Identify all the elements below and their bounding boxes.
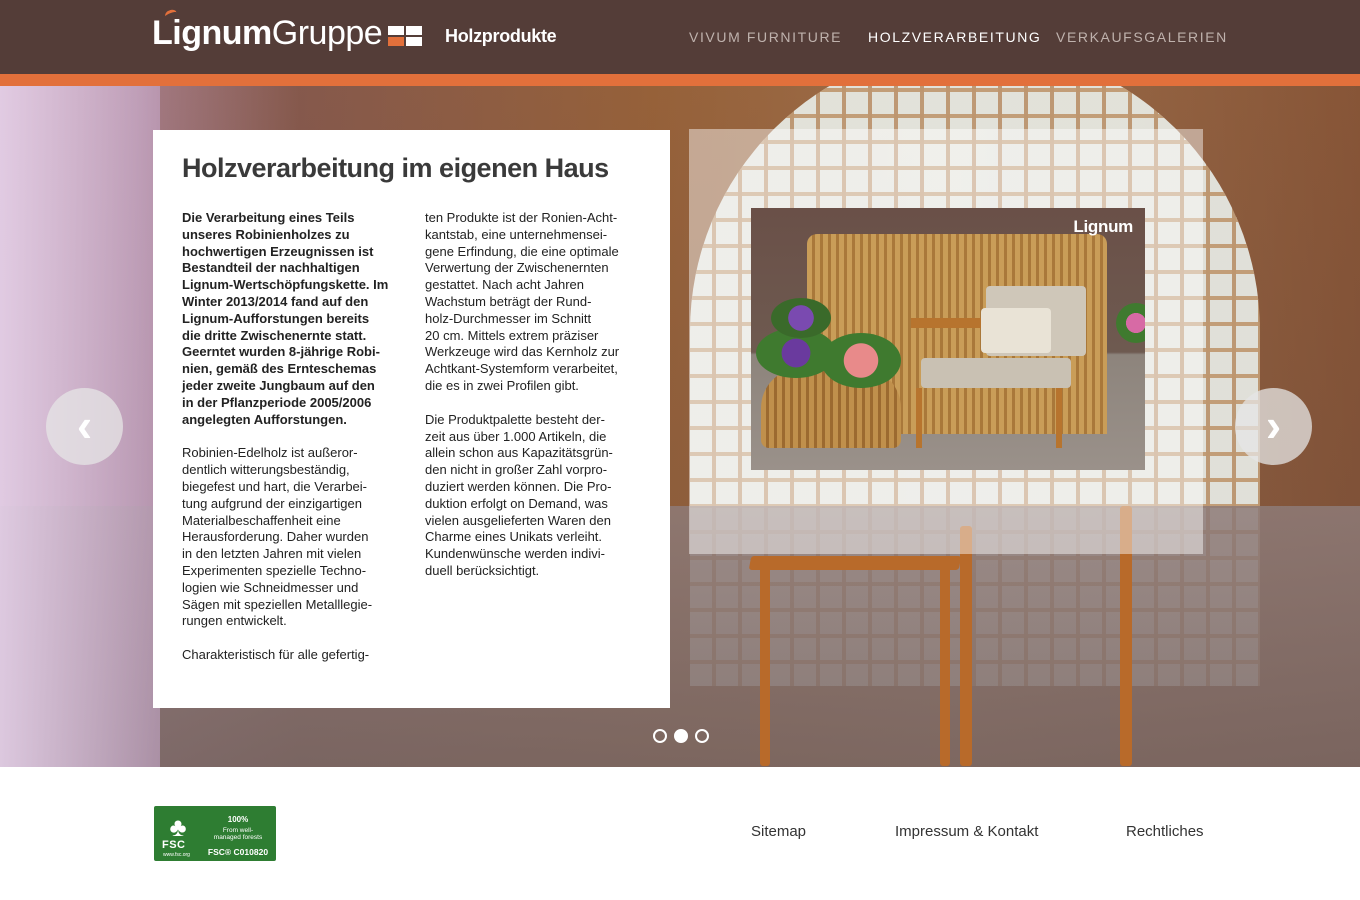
fsc-description: From well-managed forests bbox=[204, 827, 272, 841]
site-footer: ♣ FSC www.fsc.org 100% From well-managed… bbox=[0, 767, 1360, 900]
text-line: Lignum-Wertschöpfungskette. Im bbox=[182, 277, 389, 293]
text-line: Die Produktpalette besteht der- bbox=[425, 411, 605, 427]
nav-item-vivum-furniture[interactable]: VIVUM FURNITURE bbox=[689, 29, 842, 45]
text-line: Lignum-Aufforstungen bereits bbox=[182, 310, 370, 326]
text-line: Bestandteil der nachhaltigen bbox=[182, 260, 360, 276]
background-chair-leg bbox=[940, 566, 950, 766]
text-line: logien wie Schneidmesser und bbox=[182, 579, 359, 595]
text-line: die es in zwei Profilen gibt. bbox=[425, 377, 579, 393]
intro-paragraph: Die Verarbeitung eines Teils unseres Robi… bbox=[182, 210, 392, 428]
text-line: ten Produkte ist der Ronien-Acht- bbox=[425, 210, 618, 225]
fsc-percentage: 100% bbox=[227, 815, 249, 824]
text-line: Werkzeuge wird das Kernholz zur bbox=[425, 344, 620, 360]
paragraph: Charakteristisch für alle gefertig- bbox=[182, 647, 392, 664]
text-line: Materialbeschaffenheit eine bbox=[182, 512, 341, 528]
footer-link-rechtliches[interactable]: Rechtliches bbox=[1126, 823, 1204, 840]
site-header: LignumGruppe Holzprodukte VIVUM FURNITUR… bbox=[0, 0, 1360, 74]
logo-light-text: Gruppe bbox=[271, 14, 383, 52]
fsc-website: www.fsc.org bbox=[163, 852, 190, 858]
slide-title: Holzverarbeitung im eigenen Haus bbox=[182, 153, 609, 183]
text-line: tung aufgrund der einzigartigen bbox=[182, 495, 362, 511]
fsc-code: FSC® C010820 bbox=[207, 847, 269, 857]
photo-chair-cushion bbox=[921, 358, 1071, 388]
brand-grid-icon bbox=[388, 26, 422, 46]
text-line: unseres Robinienholzes zu bbox=[182, 226, 350, 242]
photo-flowers bbox=[1116, 303, 1145, 343]
text-line: Geerntet wurden 8-jährige Robi- bbox=[182, 344, 380, 360]
fsc-certification-badge: ♣ FSC www.fsc.org 100% From well-managed… bbox=[154, 806, 276, 861]
text-line: duktion erfolgt on Demand, was bbox=[425, 495, 608, 511]
slider-dot-1[interactable] bbox=[653, 729, 667, 743]
text-line: gestattet. Nach acht Jahren bbox=[425, 277, 584, 293]
chevron-right-icon: › bbox=[1265, 399, 1282, 451]
text-line: den nicht in großer Zahl vorpro- bbox=[425, 462, 608, 478]
text-line: dentlich witterungsbeständig, bbox=[182, 462, 350, 478]
slider-prev-button[interactable]: ‹ bbox=[46, 388, 123, 465]
text-line: Wachstum beträgt der Rund- bbox=[425, 293, 592, 309]
photo-chair-pillow bbox=[981, 308, 1051, 353]
text-column-left: Die Verarbeitung eines Teils unseres Robi… bbox=[182, 210, 392, 664]
text-line: duell berücksichtigt. bbox=[425, 562, 540, 578]
text-column-right: ten Produkte ist der Ronien-Acht-kantsta… bbox=[425, 210, 635, 580]
text-line: Verwertung der Zwischenernten bbox=[425, 260, 609, 276]
photo-chair-leg bbox=[1056, 388, 1062, 448]
slider-next-button[interactable]: › bbox=[1235, 388, 1312, 465]
paragraph: ten Produkte ist der Ronien-Acht-kantsta… bbox=[425, 210, 635, 395]
text-line: Achtkant-Systemform verarbeitet, bbox=[425, 361, 618, 377]
nav-item-verkaufsgalerien[interactable]: VERKAUFSGALERIEN bbox=[1056, 29, 1228, 45]
photo-flowers bbox=[821, 333, 901, 388]
text-line: angelegten Aufforstungen. bbox=[182, 411, 347, 427]
nav-item-holzverarbeitung[interactable]: HOLZVERARBEITUNG bbox=[868, 29, 1041, 45]
photo-flowers bbox=[771, 298, 831, 338]
text-line: 20 cm. Mittels extrem präziser bbox=[425, 327, 599, 343]
text-line: rungen entwickelt. bbox=[182, 613, 287, 629]
background-chair-back bbox=[960, 526, 972, 766]
content-card: Holzverarbeitung im eigenen Haus Die Ver… bbox=[153, 130, 670, 708]
slider-dot-2[interactable] bbox=[674, 729, 688, 743]
header-accent-stripe bbox=[0, 74, 1360, 86]
photo-chair-leg bbox=[916, 388, 922, 448]
text-line: vielen ausgelieferten Waren den bbox=[425, 512, 611, 528]
text-line: Sägen mit speziellen Metalllegie- bbox=[182, 596, 373, 612]
footer-link-impressum-kontakt[interactable]: Impressum & Kontakt bbox=[895, 823, 1038, 840]
text-line: biegefest und hart, die Verarbei- bbox=[182, 478, 368, 494]
paragraph: Robinien-Edelholz ist außeror-dentlich w… bbox=[182, 445, 392, 630]
paragraph: Die Produktpalette besteht der-zeit aus … bbox=[425, 412, 635, 580]
text-line: Charakteristisch für alle gefertig- bbox=[182, 647, 370, 663]
text-line: in den letzten Jahren mit vielen bbox=[182, 546, 362, 562]
text-line: in der Pflanzperiode 2005/2006 bbox=[182, 394, 372, 410]
text-line: kantstab, eine unternehmensei- bbox=[425, 226, 608, 242]
background-chair-seat bbox=[748, 556, 962, 570]
text-line: allein schon aus Kapazitätsgrün- bbox=[425, 445, 613, 461]
photo-lignum-logo: Lignum bbox=[1073, 217, 1133, 236]
chevron-left-icon: ‹ bbox=[76, 399, 93, 451]
text-line: zeit aus über 1.000 Artikeln, die bbox=[425, 428, 607, 444]
text-line: From well- bbox=[222, 827, 254, 834]
fsc-tree-icon: ♣ bbox=[169, 812, 187, 842]
text-line: nien, gemäß des Ernteschemas bbox=[182, 361, 377, 377]
slider-dot-3[interactable] bbox=[695, 729, 709, 743]
text-line: Winter 2013/2014 fand auf den bbox=[182, 293, 369, 309]
text-line: die dritte Zwischenernte statt. bbox=[182, 327, 367, 343]
text-line: Robinien-Edelholz ist außeror- bbox=[182, 445, 358, 461]
text-line: gene Erfindung, die eine optimale bbox=[425, 243, 619, 259]
text-line: Die Verarbeitung eines Teils bbox=[182, 210, 355, 225]
brand-subtitle: Holzprodukte bbox=[445, 26, 557, 46]
hero-slider: Holzverarbeitung im eigenen Haus Die Ver… bbox=[0, 86, 1360, 767]
text-line: Herausforderung. Daher wurden bbox=[182, 529, 369, 545]
lignum-gruppe-logo[interactable]: LignumGruppe bbox=[152, 14, 383, 53]
footer-link-sitemap[interactable]: Sitemap bbox=[751, 823, 806, 840]
background-chair-leg bbox=[760, 566, 770, 766]
text-line: Experimenten spezielle Techno- bbox=[182, 562, 367, 578]
fsc-label: FSC bbox=[162, 839, 186, 851]
text-line: Kundenwünsche werden indivi- bbox=[425, 546, 605, 562]
logo-bold-text: Lignum bbox=[152, 14, 272, 52]
text-line: holz-Durchmesser im Schnitt bbox=[425, 310, 592, 326]
text-line: managed forests bbox=[213, 834, 263, 841]
text-line: jeder zweite Jungbaum auf den bbox=[182, 377, 375, 393]
product-photo: Lignum bbox=[751, 208, 1145, 470]
text-line: hochwertigen Erzeugnissen ist bbox=[182, 243, 374, 259]
text-line: duziert werden können. Die Pro- bbox=[425, 478, 612, 494]
text-line: Charme eines Unikats verleiht. bbox=[425, 529, 603, 545]
